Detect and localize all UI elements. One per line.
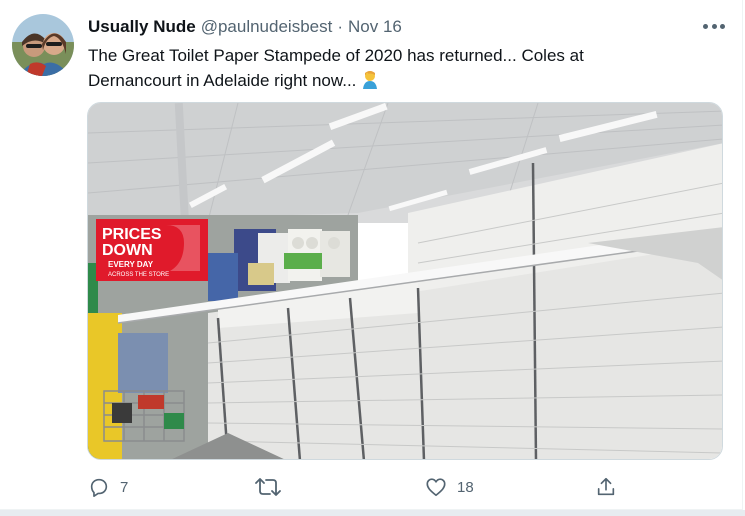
reply-icon <box>90 478 108 497</box>
author-name[interactable]: Usually Nude <box>88 17 196 37</box>
store-shelves-photo: PRICES DOWN EVERY DAY ACROSS THE STORE <box>88 103 722 459</box>
tweet-text-line-1: The Great Toilet Paper Stampede of 2020 … <box>88 46 584 65</box>
sign-text-1: PRICES <box>102 226 162 243</box>
sign-text-4: ACROSS THE STORE <box>108 272 169 278</box>
avatar-image <box>12 14 74 76</box>
share-icon <box>597 477 615 496</box>
tweet-actions: 7 18 <box>88 474 628 500</box>
timeline-divider <box>0 510 745 516</box>
tweet-date[interactable]: Nov 16 <box>348 17 402 37</box>
separator-dot: · <box>337 17 344 36</box>
like-count: 18 <box>457 478 474 496</box>
like-button[interactable]: 18 <box>425 474 474 500</box>
tweet-photo[interactable]: PRICES DOWN EVERY DAY ACROSS THE STORE <box>87 102 723 460</box>
retweet-icon <box>255 478 281 496</box>
reply-count: 7 <box>120 478 129 496</box>
retweet-button[interactable] <box>255 474 281 500</box>
heart-icon <box>426 478 446 497</box>
tweet-text: The Great Toilet Paper Stampede of 2020 … <box>88 43 708 96</box>
sign-text-2: DOWN <box>102 242 153 259</box>
tweet-text-line-2: Dernancourt in Adelaide right now... <box>88 71 357 90</box>
author-handle[interactable]: @paulnudeisbest <box>201 17 333 37</box>
tweet-header: Usually Nude @paulnudeisbest · Nov 16 <box>88 16 725 38</box>
reply-button[interactable]: 7 <box>88 474 128 500</box>
avatar[interactable] <box>12 14 74 76</box>
share-button[interactable] <box>595 474 617 500</box>
sign-text-3: EVERY DAY <box>108 260 154 269</box>
more-options-icon[interactable] <box>703 18 725 34</box>
person-facepalming-emoji-icon <box>360 69 380 96</box>
